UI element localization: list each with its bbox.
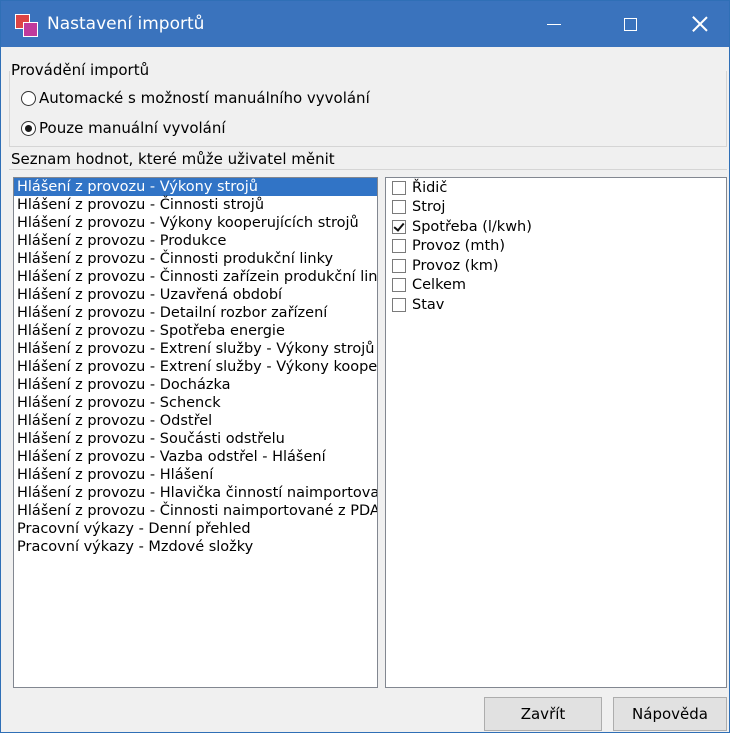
field-checkbox-row[interactable]: Stav [386, 295, 726, 315]
close-window-button[interactable] [671, 1, 729, 47]
list-item[interactable]: Hlášení z provozu - Extrení služby - Výk… [14, 340, 377, 358]
field-checkbox-row[interactable]: Stroj [386, 198, 726, 218]
maximize-button[interactable] [601, 1, 659, 47]
values-group-label: Seznam hodnot, které může uživatel měnit [11, 150, 335, 168]
list-item[interactable]: Hlášení z provozu - Hlášení [14, 466, 377, 484]
help-button[interactable]: Nápověda [613, 697, 727, 731]
list-item[interactable]: Hlášení z provozu - Detailní rozbor zaří… [14, 304, 377, 322]
field-label: Provoz (km) [412, 257, 499, 274]
checkbox[interactable] [392, 200, 406, 215]
field-checkbox-row[interactable]: Celkem [386, 276, 726, 296]
field-label: Provoz (mth) [412, 238, 505, 255]
field-label: Stav [412, 296, 445, 313]
checkbox[interactable] [392, 258, 406, 273]
radio-manual[interactable]: Pouze manuální vyvolání [21, 117, 226, 139]
app-icon [15, 14, 38, 37]
list-item[interactable]: Pracovní výkazy - Denní přehled [14, 520, 377, 538]
radio-automatic-label: Automacké s možností manuálního vyvolání [39, 89, 370, 107]
splitter[interactable] [381, 177, 384, 688]
checkmark-icon [393, 219, 405, 232]
list-item[interactable]: Hlášení z provozu - Uzavřená období [14, 286, 377, 304]
maximize-icon [623, 17, 637, 31]
checkbox[interactable] [392, 297, 406, 312]
list-item[interactable]: Hlášení z provozu - Činnosti zařízein pr… [14, 268, 377, 286]
list-item[interactable]: Hlášení z provozu - Odstřel [14, 412, 377, 430]
field-label: Stroj [412, 199, 446, 216]
list-item[interactable]: Hlášení z provozu - Produkce [14, 232, 377, 250]
checkbox[interactable] [392, 239, 406, 254]
field-checkbox-row[interactable]: Řidič [386, 178, 726, 198]
field-label: Spotřeba (l/kwh) [412, 218, 532, 235]
field-label: Celkem [412, 277, 466, 294]
list-item[interactable]: Hlášení z provozu - Výkony kooperujících… [14, 214, 377, 232]
field-label: Řidič [412, 179, 448, 196]
radio-manual-label: Pouze manuální vyvolání [39, 119, 226, 137]
field-checkbox-row[interactable]: Spotřeba (l/kwh) [386, 217, 726, 237]
checkbox[interactable] [392, 219, 406, 234]
field-checkbox-row[interactable]: Provoz (km) [386, 256, 726, 276]
minimize-button[interactable] [525, 1, 583, 47]
list-item[interactable]: Hlášení z provozu - Činnosti strojů [14, 196, 377, 214]
values-list[interactable]: Hlášení z provozu - Výkony strojů Hlášení… [13, 177, 378, 688]
close-icon [692, 16, 708, 32]
list-item[interactable]: Hlášení z provozu - Činnosti produkční l… [14, 250, 377, 268]
window-title: Nastavení importů [47, 14, 205, 34]
list-item[interactable]: Hlášení z provozu - Součásti odstřelu [14, 430, 377, 448]
radio-icon[interactable] [21, 120, 36, 136]
list-item[interactable]: Hlášení z provozu - Vazba odstřel - Hláš… [14, 448, 377, 466]
list-item[interactable]: Hlášení z provozu - Docházka [14, 376, 377, 394]
title-bar[interactable]: Nastavení importů [1, 1, 729, 47]
checkbox[interactable] [392, 180, 406, 195]
checkbox[interactable] [392, 278, 406, 293]
minimize-icon [547, 23, 561, 25]
radio-automatic[interactable]: Automacké s možností manuálního vyvolání [21, 87, 370, 109]
field-checkbox-row[interactable]: Provoz (mth) [386, 237, 726, 257]
list-item[interactable]: Hlášení z provozu - Schenck [14, 394, 377, 412]
list-item[interactable]: Hlášení z provozu - Extrení služby - Výk… [14, 358, 377, 376]
close-button[interactable]: Zavřít [484, 697, 602, 731]
radio-icon[interactable] [21, 90, 36, 106]
list-item[interactable]: Pracovní výkazy - Mzdové složky [14, 538, 377, 556]
list-item[interactable]: Hlášení z provozu - Výkony strojů [14, 178, 377, 196]
list-item[interactable]: Hlášení z provozu - Hlavička činností na… [14, 484, 377, 502]
list-item[interactable]: Hlášení z provozu - Spotřeba energie [14, 322, 377, 340]
dialog-window: Nastavení importů Provádění importů Auto… [0, 0, 730, 733]
fields-checklist[interactable]: Řidič Stroj Spotřeba (l/kwh) Provoz (mth) Pr… [385, 177, 727, 688]
list-item[interactable]: Hlášení z provozu - Činnosti naimportova… [14, 502, 377, 520]
